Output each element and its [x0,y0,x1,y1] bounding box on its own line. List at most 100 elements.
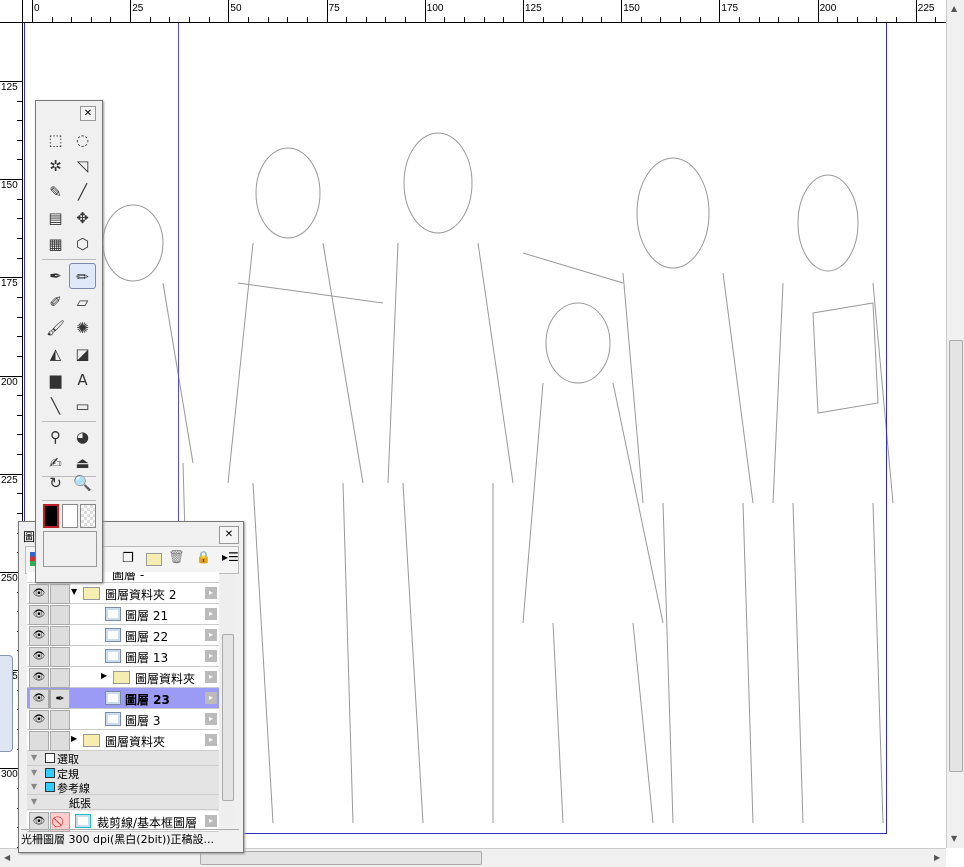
fill-tool-icon[interactable]: ◭ [42,341,69,367]
panel-title: 圖 [23,530,36,544]
lock-toggle[interactable] [50,668,70,688]
layer-options-icon[interactable]: ▸ [205,713,217,725]
pen-tool-icon[interactable]: ✒ [42,263,69,289]
rect-select-tool-icon[interactable]: ⬚ [42,127,69,153]
eye-icon[interactable]: 👁 [29,605,49,625]
line-tool-icon[interactable]: ╲ [42,393,69,419]
eye-icon[interactable]: 👁 [29,710,49,730]
new-folder-icon[interactable] [146,553,162,566]
eyedropper-tool-icon[interactable]: ╱ [69,179,96,205]
ruler-minor-tick [189,17,190,22]
rectangle-tool-icon[interactable]: ▭ [69,393,96,419]
layer-row[interactable]: 👁 ▼ 圖層資料夾 2 ▸ [27,583,219,604]
zoom-tool-icon[interactable]: 🔍 [69,470,96,496]
scroll-down-arrow[interactable]: ▼ [951,834,957,843]
vertical-scrollbar[interactable]: ▲ ▼ [946,0,964,848]
layer-name: 圖層資料夾 2 [105,588,177,602]
text-tool-icon[interactable]: A [69,367,96,393]
layer-options-icon[interactable]: ▸ [205,734,217,746]
scroll-up-arrow[interactable]: ▲ [951,4,957,13]
layer-options-icon[interactable]: ▸ [205,650,217,662]
lock-toggle[interactable] [50,605,70,625]
eraser-tool-icon[interactable]: ▱ [69,289,96,315]
delete-layer-icon[interactable]: 🗑 [168,550,185,565]
lock-toggle[interactable] [50,584,70,604]
section-row[interactable]: ▼ 参考線 [27,780,219,795]
eye-icon[interactable]: 👁 [29,647,49,667]
select-pen-tool-icon[interactable]: ✎ [42,179,69,205]
correct-line-tool-icon[interactable]: ⚲ [42,424,69,450]
close-icon[interactable]: ✕ [80,106,96,121]
layer-row[interactable]: 👁 ▶ 圖層資料夾 ▸ [27,667,219,688]
eye-icon[interactable]: 👁 [29,626,49,646]
foreground-color-swatch[interactable] [43,504,59,528]
lasso-tool-icon[interactable]: ◌ [69,127,96,153]
layer-row[interactable]: 👁 圖層 13 ▸ [27,646,219,667]
perspective-tool-icon[interactable]: ▤ [42,205,69,231]
ruler-label: 75 [328,3,340,14]
marker-tool-icon[interactable]: ✐ [42,289,69,315]
airbrush-tool-icon[interactable]: ✺ [69,315,96,341]
expand-arrow-icon[interactable]: ▶ [101,671,107,680]
eye-icon[interactable]: 👁 [29,689,49,709]
raster-layer-icon [105,628,121,642]
lock-icon[interactable]: 🔒 [196,550,211,564]
eye-icon[interactable]: 👁 [29,668,49,688]
layer-list-scrollbar[interactable] [221,574,235,824]
ruler-label: 100 [426,3,444,14]
move-tool-icon[interactable]: ✥ [69,205,96,231]
scroll-left-arrow[interactable]: ◀ [4,853,10,862]
eye-icon[interactable]: 👁 [29,584,49,604]
ruler-label: 250 [1,573,18,584]
new-layer-icon[interactable]: ❐ [122,551,134,566]
section-row[interactable]: ▼ 紙張 [27,794,219,810]
object-select-tool-icon[interactable]: ◹ [69,153,96,179]
brush-tool-icon[interactable]: 🖌 [42,315,69,341]
layer-row[interactable]: 👁 ✒ 圖層 23 ▸ [27,688,219,709]
collapse-arrow-icon[interactable]: ▼ [71,587,77,596]
vertical-scroll-thumb[interactable] [949,340,963,772]
lock-toggle[interactable] [50,647,70,667]
expand-arrow-icon[interactable]: ▶ [71,734,77,743]
scroll-right-arrow[interactable]: ▶ [934,853,940,862]
pattern-fill-tool-icon[interactable]: ◪ [69,341,96,367]
grid-tool-icon[interactable]: ▦ [42,231,69,257]
magic-wand-tool-icon[interactable]: ✲ [42,153,69,179]
section-row[interactable]: ▼ 定規 [27,765,219,781]
lock-toggle[interactable] [50,731,70,751]
layer-options-icon[interactable]: ▸ [205,671,217,683]
lock-toggle[interactable] [50,710,70,730]
raster-layer-icon [105,691,121,705]
horizontal-scroll-thumb[interactable] [200,851,482,865]
gradient-tool-icon[interactable]: ▆ [42,367,69,393]
close-icon[interactable]: ✕ [219,526,239,544]
transparent-color-swatch[interactable] [80,504,96,528]
layer-row[interactable]: 👁 圖層 22 ▸ [27,625,219,646]
layer-options-icon[interactable]: ▸ [205,815,217,827]
layer-options-icon[interactable]: ▸ [205,608,217,620]
collapse-arrow-icon[interactable]: ▼ [31,797,37,806]
3d-select-tool-icon[interactable]: ⬡ [69,231,96,257]
collapse-arrow-icon[interactable]: ▼ [31,753,37,762]
pencil-tool-icon[interactable]: ✏ [69,263,96,289]
collapse-arrow-icon[interactable]: ▼ [31,782,37,791]
panel-menu-icon[interactable]: ▸☰ [222,550,239,564]
layer-row[interactable]: ▶ 圖層資料夾 ▸ [27,730,219,751]
collapse-arrow-icon[interactable]: ▼ [31,768,37,777]
hidden-toggle[interactable] [29,731,49,751]
rotate-tool-icon[interactable]: ↻ [42,470,69,496]
section-row[interactable]: ▼ 選取 [27,751,219,766]
ruler-minor-tick [660,17,662,22]
ruler-minor-tick [562,17,564,22]
layer-scroll-thumb[interactable] [222,634,234,801]
layer-options-icon[interactable]: ▸ [205,692,217,704]
layer-options-icon[interactable]: ▸ [205,587,217,599]
layer-row[interactable]: 👁 圖層 3 ▸ [27,709,219,730]
pen-edit-icon[interactable]: ✒ [50,689,70,709]
background-color-swatch[interactable] [62,504,78,528]
lock-toggle[interactable] [50,626,70,646]
color-blend-tool-icon[interactable]: ◕ [69,424,96,450]
ruler-label: 50 [230,3,242,14]
layer-row[interactable]: 👁 圖層 21 ▸ [27,604,219,625]
layer-options-icon[interactable]: ▸ [205,629,217,641]
